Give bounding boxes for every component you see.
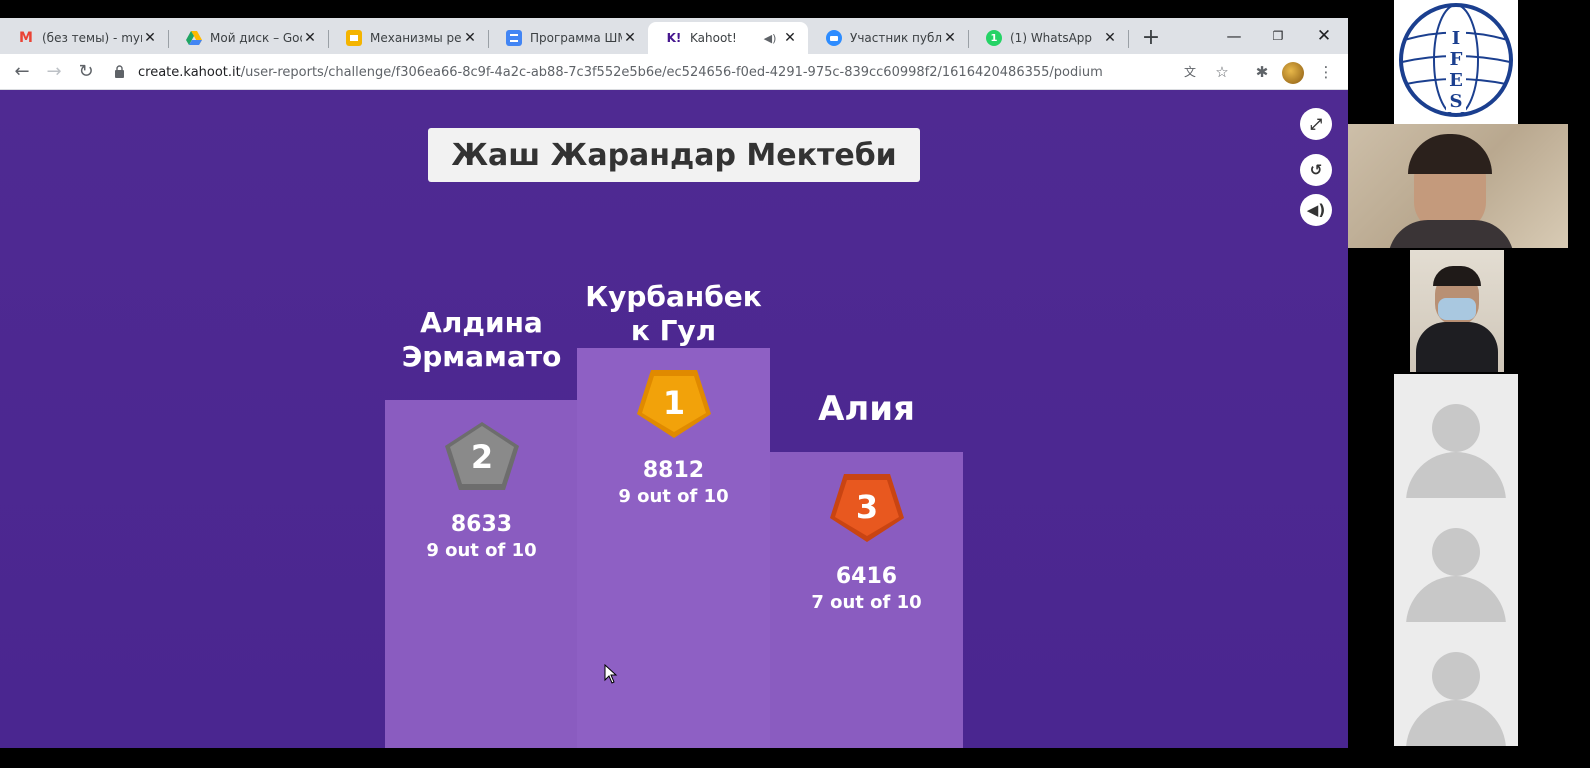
- participant-placeholder-2[interactable]: [1394, 498, 1518, 622]
- podium-second: 2 8633 9 out of 10: [385, 400, 578, 748]
- slides-icon: [346, 30, 362, 46]
- first-correct: 9 out of 10: [618, 486, 729, 507]
- tab-strip: M (без темы) - myrz ✕ Мой диск – Googl ✕…: [0, 18, 1348, 54]
- second-place-name: Алдина Эрмамато: [401, 306, 562, 373]
- tab-docs[interactable]: Программа ШМГ ✕: [488, 22, 648, 54]
- drive-icon: [186, 30, 202, 46]
- tab-zoom[interactable]: Участник публика ✕: [808, 22, 968, 54]
- rank-number: 3: [855, 488, 877, 526]
- third-correct: 7 out of 10: [811, 592, 922, 613]
- avatar: [1432, 404, 1480, 452]
- zoom-icon: [826, 30, 842, 46]
- address-bar[interactable]: create.kahoot.it/user-reports/challenge/…: [108, 58, 1238, 86]
- second-correct: 9 out of 10: [426, 540, 537, 561]
- bronze-badge-icon: 3: [828, 472, 906, 544]
- close-icon[interactable]: ✕: [1102, 30, 1118, 46]
- participant-placeholder-1[interactable]: [1394, 374, 1518, 498]
- podium-third: 3 6416 7 out of 10: [770, 452, 963, 748]
- close-icon[interactable]: ✕: [942, 30, 958, 46]
- participant-video-2[interactable]: [1410, 250, 1504, 372]
- tab-drive[interactable]: Мой диск – Googl ✕: [168, 22, 328, 54]
- first-score: 8812: [642, 458, 705, 483]
- third-place-name: Алия: [818, 389, 915, 429]
- sound-icon[interactable]: ◀): [1300, 194, 1332, 226]
- third-score: 6416: [835, 564, 898, 589]
- avatar: [1432, 652, 1480, 700]
- tab-label: Программа ШМГ: [530, 31, 622, 45]
- tab-label: (1) WhatsApp: [1010, 31, 1093, 45]
- forward-button[interactable]: →: [42, 60, 66, 84]
- menu-icon[interactable]: ⋮: [1314, 60, 1338, 84]
- ifes-logo-tile: IFES: [1394, 0, 1518, 124]
- close-window-button[interactable]: ✕: [1302, 22, 1346, 50]
- gmail-icon: M: [19, 30, 33, 46]
- video-panel: IFES: [1348, 0, 1590, 768]
- minimize-button[interactable]: —: [1212, 22, 1256, 50]
- translate-icon[interactable]: 文: [1178, 60, 1202, 84]
- restart-icon[interactable]: ↺: [1300, 154, 1332, 186]
- close-icon[interactable]: ✕: [142, 30, 158, 46]
- docs-icon: [506, 30, 522, 46]
- tab-label: Механизмы реал: [370, 31, 462, 45]
- close-icon[interactable]: ✕: [622, 30, 638, 46]
- tab-label: (без темы) - myrz: [42, 31, 142, 45]
- tab-kahoot[interactable]: K! Kahoot! ◀) ✕: [648, 22, 808, 54]
- tab-label: Участник публика: [850, 31, 942, 45]
- profile-avatar[interactable]: [1282, 62, 1304, 84]
- rank-number: 2: [470, 438, 492, 476]
- podium-first: 1 8812 9 out of 10: [577, 348, 770, 748]
- reload-button[interactable]: ↻: [74, 60, 98, 84]
- avatar: [1432, 528, 1480, 576]
- url-path: /user-reports/challenge/f306ea66-8c9f-4a…: [240, 64, 1103, 80]
- tab-whatsapp[interactable]: 1 (1) WhatsApp ✕: [968, 22, 1128, 54]
- tab-label: Kahoot!: [690, 31, 737, 45]
- screen: M (без темы) - myrz ✕ Мой диск – Googl ✕…: [0, 0, 1590, 768]
- logo-text: IFES: [1449, 28, 1463, 112]
- speaker-icon[interactable]: ◀): [762, 32, 778, 45]
- browser-window: M (без темы) - myrz ✕ Мой диск – Googl ✕…: [0, 18, 1348, 748]
- participant-video-1[interactable]: [1348, 124, 1568, 248]
- tab-slides[interactable]: Механизмы реал ✕: [328, 22, 488, 54]
- restore-button[interactable]: ❐: [1256, 22, 1300, 50]
- close-icon[interactable]: ✕: [302, 30, 318, 46]
- bookmark-star-icon[interactable]: ☆: [1210, 60, 1234, 84]
- gold-badge-icon: 1: [635, 368, 713, 440]
- extensions-icon[interactable]: ✱: [1250, 60, 1274, 84]
- close-icon[interactable]: ✕: [462, 30, 478, 46]
- kahoot-icon: K!: [666, 31, 682, 45]
- new-tab-button[interactable]: +: [1138, 26, 1164, 52]
- page-title: Жаш Жарандар Мектеби: [428, 128, 920, 182]
- rank-number: 1: [662, 384, 684, 422]
- back-button[interactable]: ←: [10, 60, 34, 84]
- whatsapp-icon: 1: [986, 30, 1002, 46]
- participant-placeholder-3[interactable]: [1394, 622, 1518, 746]
- url-text: create.kahoot.it/user-reports/challenge/…: [138, 65, 1103, 80]
- url-host: create.kahoot.it: [138, 64, 241, 80]
- lock-icon: [114, 65, 128, 79]
- silver-badge-icon: 2: [443, 420, 521, 492]
- tab-label: Мой диск – Googl: [210, 31, 302, 45]
- second-score: 8633: [450, 512, 513, 537]
- mouse-cursor-icon: [604, 664, 618, 684]
- kahoot-podium-page: Жаш Жарандар Мектеби ⤢ ↺ ◀) Алдина Эрмам…: [0, 90, 1348, 748]
- browser-toolbar: ← → ↻ create.kahoot.it/user-reports/chal…: [0, 54, 1348, 90]
- tab-gmail[interactable]: M (без темы) - myrz ✕: [0, 22, 168, 54]
- fullscreen-icon[interactable]: ⤢: [1300, 108, 1332, 140]
- first-place-name: Курбанбек к Гул: [585, 280, 762, 347]
- close-icon[interactable]: ✕: [782, 30, 798, 46]
